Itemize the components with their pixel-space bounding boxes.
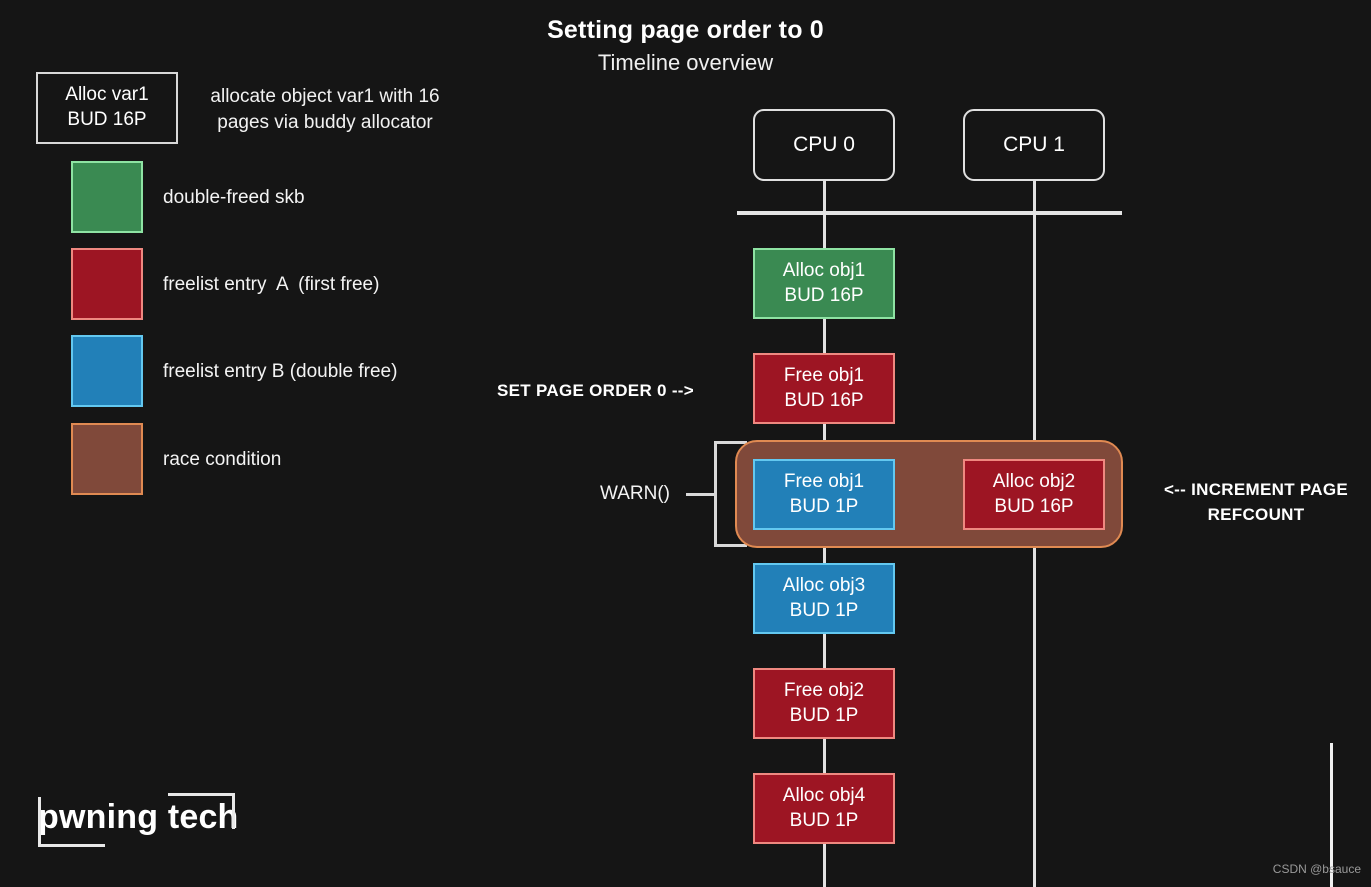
cpu-box-cpu1: CPU 1 bbox=[963, 109, 1105, 181]
warn-bracket-stem bbox=[686, 493, 715, 496]
event-box-alloc-obj4: Alloc obj4 BUD 1P bbox=[753, 773, 895, 844]
timeline-separator bbox=[737, 211, 1122, 215]
event-line1: Alloc obj3 bbox=[782, 575, 866, 597]
page-subtitle: Timeline overview bbox=[597, 50, 774, 75]
annotation-set-page-order: SET PAGE ORDER 0 --> bbox=[497, 381, 694, 400]
event-box-free-obj2: Free obj2 BUD 1P bbox=[753, 668, 895, 739]
legend-sample-box: Alloc var1 BUD 16P bbox=[36, 72, 178, 144]
legend-sample-line1: Alloc var1 bbox=[65, 84, 149, 106]
logo-bracket-left-horizontal bbox=[38, 844, 105, 847]
legend-sample-line2: BUD 16P bbox=[67, 109, 147, 130]
diagram-canvas: Setting page order to 0 Timeline overvie… bbox=[0, 0, 1371, 887]
logo-text: pwning tech bbox=[38, 798, 239, 836]
cpu-label-0: CPU 0 bbox=[793, 133, 855, 156]
event-line1: Free obj1 bbox=[783, 365, 865, 387]
event-box-alloc-obj3: Alloc obj3 BUD 1P bbox=[753, 563, 895, 634]
legend-swatch-blue bbox=[71, 335, 143, 407]
cpu-label-1: CPU 1 bbox=[1003, 133, 1065, 156]
cpu-box-cpu0: CPU 0 bbox=[753, 109, 895, 181]
event-line1: Free obj2 bbox=[783, 680, 865, 702]
legend-label-0: double-freed skb bbox=[163, 187, 305, 208]
event-box-free-obj1-16p: Free obj1 BUD 16P bbox=[753, 353, 895, 424]
legend-swatch-green bbox=[71, 161, 143, 233]
legend-swatch-red bbox=[71, 248, 143, 320]
annotation-increment-refcount: <-- INCREMENT PAGE REFCOUNT bbox=[1141, 478, 1371, 527]
event-box-free-obj1-1p: Free obj1 BUD 1P bbox=[753, 459, 895, 530]
event-line1: Alloc obj4 bbox=[782, 785, 866, 807]
event-line2: BUD 16P bbox=[994, 495, 1074, 517]
event-line2: BUD 1P bbox=[789, 495, 859, 517]
legend-label-2: freelist entry B (double free) bbox=[163, 361, 398, 382]
logo-bracket-right-horizontal bbox=[168, 793, 235, 796]
event-line1: Free obj1 bbox=[783, 471, 865, 493]
event-box-alloc-obj1: Alloc obj1 BUD 16P bbox=[753, 248, 895, 319]
event-line2: BUD 1P bbox=[789, 599, 859, 621]
watermark: CSDN @bsauce bbox=[1272, 862, 1361, 876]
annotation-warn: WARN() bbox=[600, 483, 670, 504]
legend-label-3: race condition bbox=[163, 449, 282, 470]
warn-bracket-arm-top bbox=[714, 441, 747, 444]
page-title: Setting page order to 0 bbox=[547, 16, 824, 44]
event-line1: Alloc obj1 bbox=[782, 260, 866, 282]
annotation-increment-refcount-line1: <-- INCREMENT PAGE bbox=[1163, 480, 1349, 499]
annotation-increment-refcount-line2: REFCOUNT bbox=[1207, 504, 1305, 524]
warn-bracket-arm-bottom bbox=[714, 544, 747, 547]
legend-label-1: freelist entry A (first free) bbox=[163, 274, 380, 295]
event-line1: Alloc obj2 bbox=[992, 471, 1076, 493]
legend-sample-description: allocate object var1 with 16 pages via b… bbox=[210, 86, 440, 133]
logo-bracket-left-vertical bbox=[38, 797, 41, 847]
legend-swatch-brown bbox=[71, 423, 143, 495]
event-line2: BUD 16P bbox=[784, 284, 864, 306]
event-line2: BUD 1P bbox=[789, 809, 859, 831]
event-line2: BUD 1P bbox=[789, 704, 859, 726]
event-line2: BUD 16P bbox=[784, 389, 864, 411]
logo-bracket-right-vertical bbox=[232, 793, 235, 829]
event-box-alloc-obj2: Alloc obj2 BUD 16P bbox=[963, 459, 1105, 530]
